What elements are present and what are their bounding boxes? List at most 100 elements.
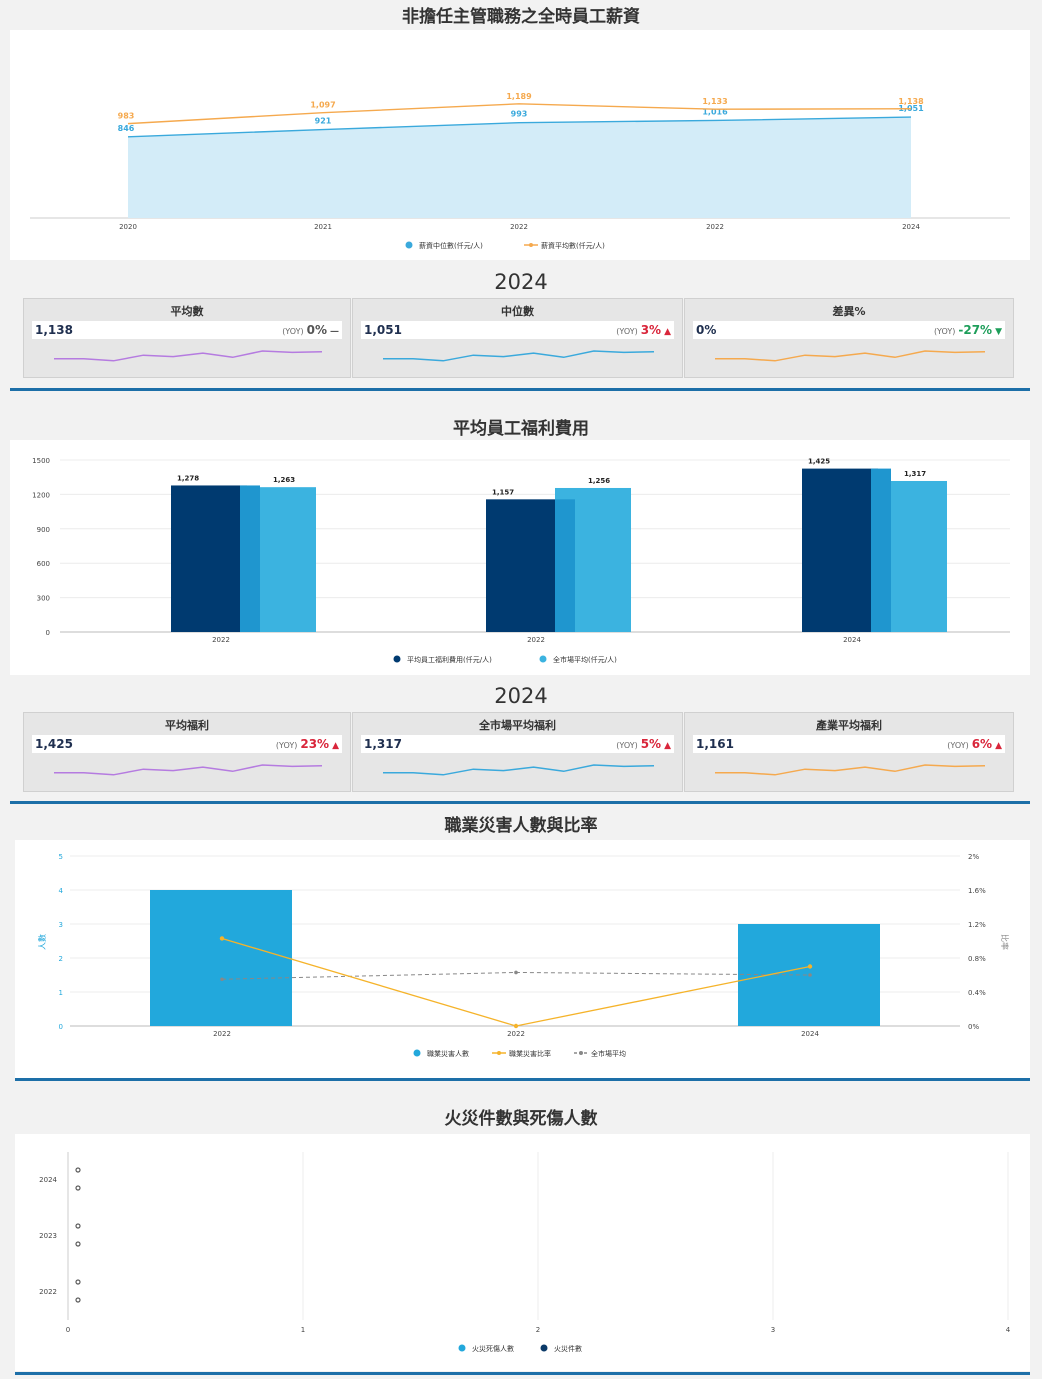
kpi-title: 平均福利 xyxy=(165,719,209,732)
kpi-card: 產業平均福利 1,161 (YOY) 6% ▲ xyxy=(684,712,1014,792)
sparkline-path xyxy=(54,350,323,362)
legend-marker xyxy=(529,243,533,247)
x-tick-label: 2021 xyxy=(314,223,332,231)
kpi-card: 中位數 1,051 (YOY) 3% ▲ xyxy=(352,298,683,378)
average-data-label: 1,138 xyxy=(898,97,924,106)
y-tick-label: 1 xyxy=(59,989,63,997)
salary-area-chart: 846921993 1,016 1,0519831,0971,1891,133 1,1… xyxy=(30,92,1010,250)
kpi-value: 1,161 xyxy=(696,737,734,751)
kpi-sparkline xyxy=(383,350,655,362)
kpi-yoy: (YOY) 23% ▲ xyxy=(276,737,339,751)
y2-tick-label: 1.2% xyxy=(968,921,986,929)
y-tick-label: 2022 xyxy=(39,1288,57,1296)
x-tick-label: 2 xyxy=(536,1326,540,1334)
arrow-up-icon: ▲ xyxy=(332,741,339,751)
kpi-value-row: 1,425 (YOY) 23% ▲ xyxy=(32,735,342,753)
kpi-value-row: 1,138 (YOY) 0% — xyxy=(32,321,342,339)
kpi-title: 產業平均福利 xyxy=(816,719,882,732)
kpi-title: 全市場平均福利 xyxy=(479,719,556,732)
x-tick-label: 4 xyxy=(1006,1326,1011,1334)
yoy-percent: 23% xyxy=(300,737,330,751)
benefit-data-label: 1,278 xyxy=(177,474,199,482)
benefit-bar-chart: 1500 1200 900 600 300 0 1,278 1,263 2022 1,157 1,2… xyxy=(32,457,1010,664)
y-tick-label: 2023 xyxy=(39,1232,57,1240)
y2-tick-label: 1.6% xyxy=(968,887,986,895)
market-average-point xyxy=(220,977,224,982)
sparkline-path xyxy=(383,764,655,776)
x-tick-label: 2022 xyxy=(510,223,528,231)
section-divider xyxy=(15,1372,1030,1375)
section-divider xyxy=(10,801,1030,804)
benefit-data-label: 1,425 xyxy=(808,458,830,466)
fire-casualty-point xyxy=(75,1167,81,1173)
x-tick-label: 3 xyxy=(771,1326,775,1334)
injury-combo-chart: 5 2% 4 1.6% 3 1.2% 2 0.8% 1 0.4% 0 0% 人數 比率 2022 2022 20… xyxy=(37,853,1010,1058)
x-tick-label: 2022 xyxy=(212,636,230,644)
y-tick-label: 300 xyxy=(37,595,50,603)
legend-marker xyxy=(579,1051,583,1055)
market-average-point xyxy=(808,973,812,977)
injury-chart-panel: 5 2% 4 1.6% 3 1.2% 2 0.8% 1 0.4% 0 0% 人數 比率 2022 2022 20… xyxy=(15,840,1030,1078)
kpi-yoy: (YOY) 6% ▲ xyxy=(947,737,1002,751)
fire-casualty-point xyxy=(75,1279,81,1285)
legend-marker xyxy=(540,1344,548,1352)
legend-label: 職業災害人數 xyxy=(427,1049,469,1058)
y-tick-label: 2024 xyxy=(39,1176,57,1184)
x-tick-label: 2020 xyxy=(119,223,137,231)
yoy-percent: 0% xyxy=(306,323,327,337)
kpi-value-row: 1,161 (YOY) 6% ▲ xyxy=(693,735,1005,753)
legend-label: 職業災害比率 xyxy=(509,1049,551,1058)
injury-section-title: 職業災害人數與比率 xyxy=(444,816,598,836)
legend-marker xyxy=(458,1344,466,1352)
median-data-label: 921 xyxy=(315,117,332,126)
market-average-point xyxy=(514,970,518,975)
salary-chart-panel: 846 921 993 1,016 1,051 983 1,097 1,189 1,133 1,1… xyxy=(10,30,1030,260)
x-tick-label: 2024 xyxy=(902,223,920,231)
yoy-tag: (YOY) xyxy=(947,741,969,750)
kpi-sparkline xyxy=(715,764,986,776)
fire-section-title: 火災件數與死傷人數 xyxy=(444,1109,598,1129)
arrow-up-icon: ▲ xyxy=(664,741,671,751)
injury-rate-point xyxy=(513,1023,519,1029)
benefit-chart-panel: 1500 1200 900 600 300 0 1,278 1,263 2022 1,157 1,2… xyxy=(10,440,1030,675)
kpi-value-row: 1,317 (YOY) 5% ▲ xyxy=(361,735,674,753)
average-data-label: 1,097 xyxy=(310,101,335,110)
kpi-value: 1,425 xyxy=(35,737,73,751)
benefit-bar xyxy=(171,485,247,632)
y-tick-label: 2 xyxy=(59,955,63,963)
section-divider xyxy=(10,388,1030,391)
average-data-label: 1,189 xyxy=(506,92,532,101)
fire-chart-panel: 0 1 2 3 4 2024 2023 2022 火災死傷人數 火災件數 xyxy=(15,1134,1030,1371)
y-tick-label: 1500 xyxy=(32,457,50,465)
kpi-value: 1,317 xyxy=(364,737,402,751)
yoy-percent: 6% xyxy=(971,737,993,751)
x-tick-label: 0 xyxy=(66,1326,70,1334)
kpi-sparkline xyxy=(715,350,986,362)
kpi-card: 平均福利 1,425 (YOY) 23% ▲ xyxy=(23,712,351,792)
kpi-sparkline xyxy=(54,350,323,362)
kpi-title: 中位數 xyxy=(501,305,534,318)
y-tick-label: 900 xyxy=(37,526,50,534)
y-tick-label: 5 xyxy=(59,853,63,861)
bar-overlap xyxy=(871,468,891,632)
kpi-value-row: 1,051 (YOY) 3% ▲ xyxy=(361,321,674,339)
injury-rate-line xyxy=(221,937,811,1027)
y2-tick-label: 0% xyxy=(968,1023,979,1031)
section-divider xyxy=(15,1078,1030,1081)
sparkline-path xyxy=(715,350,986,362)
x-tick-label: 2022 xyxy=(213,1030,231,1038)
yoy-tag: (YOY) xyxy=(933,327,956,336)
kpi-title: 平均數 xyxy=(170,305,204,318)
dash-icon: — xyxy=(330,327,339,337)
fire-casualty-point xyxy=(75,1223,81,1229)
x-tick-label: 2022 xyxy=(507,1030,525,1038)
x-tick-label: 2024 xyxy=(843,636,861,644)
median-data-label: 993 xyxy=(511,110,528,119)
yoy-tag: (YOY) xyxy=(275,741,298,750)
benefit-section-title: 平均員工福利費用 xyxy=(453,419,589,439)
benefit-kpi-year: 2024 xyxy=(494,684,548,708)
legend-marker xyxy=(497,1051,501,1055)
sparkline-path xyxy=(54,764,323,776)
kpi-yoy: (YOY) 0% — xyxy=(282,323,339,337)
yoy-tag: (YOY) xyxy=(282,327,304,336)
